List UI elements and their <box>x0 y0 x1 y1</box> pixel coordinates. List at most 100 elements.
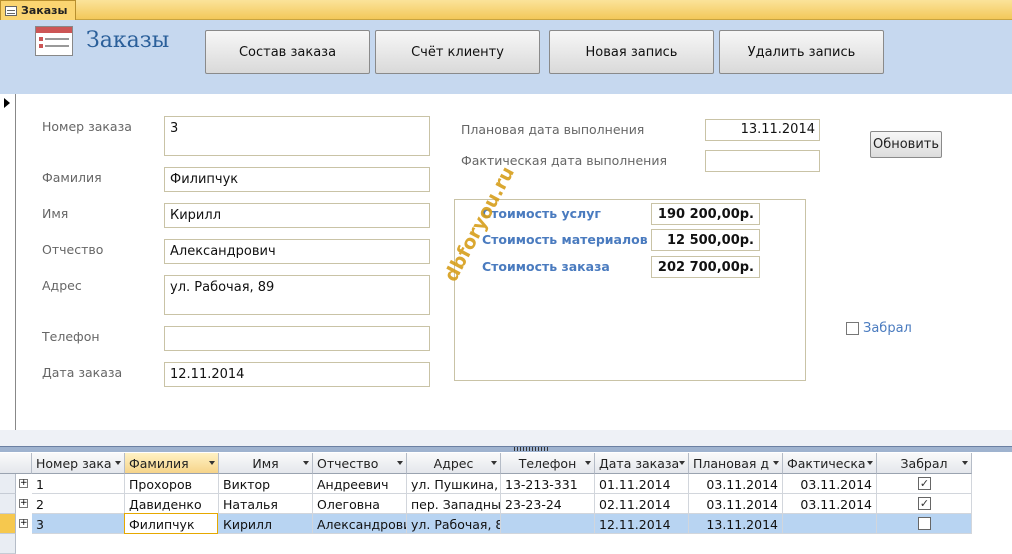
column-header-last-name[interactable]: Фамилия <box>125 453 219 474</box>
expand-plus-icon[interactable]: + <box>19 479 28 488</box>
table-cell[interactable]: Олеговна <box>313 494 407 514</box>
first-name-field[interactable]: Кирилл <box>164 203 430 228</box>
column-header-order-date[interactable]: Дата заказа <box>595 453 689 474</box>
column-header-address[interactable]: Адрес <box>407 453 501 474</box>
order-date-label: Дата заказа <box>42 365 123 380</box>
row-selector-current[interactable] <box>0 514 16 534</box>
dropdown-arrow-icon[interactable] <box>585 461 591 465</box>
table-cell[interactable]: Прохоров <box>125 474 219 494</box>
dropdown-arrow-icon[interactable] <box>773 461 779 465</box>
column-header-first-name[interactable]: Имя <box>219 453 313 474</box>
dropdown-arrow-icon[interactable] <box>491 461 497 465</box>
select-all-corner[interactable] <box>0 453 32 474</box>
order-number-field[interactable]: 3 <box>164 116 430 156</box>
dropdown-arrow-icon[interactable] <box>303 461 309 465</box>
table-cell[interactable]: Андреевич <box>313 474 407 494</box>
row-selector[interactable] <box>0 494 16 514</box>
refresh-button[interactable]: Обновить <box>870 131 942 158</box>
form-logo-icon <box>35 26 73 56</box>
document-tab-bar: Заказы <box>0 0 1012 20</box>
dropdown-arrow-icon[interactable] <box>962 461 968 465</box>
client-invoice-button[interactable]: Счёт клиенту <box>375 30 540 74</box>
table-cell[interactable]: 03.11.2014 <box>689 474 783 494</box>
splitter-grip-icon[interactable] <box>514 447 550 451</box>
current-record-arrow-icon <box>4 98 10 108</box>
order-date-field[interactable]: 12.11.2014 <box>164 362 430 387</box>
order-number-label: Номер заказа <box>42 119 132 134</box>
table-cell[interactable]: Давиденко <box>125 494 219 514</box>
page-title: Заказы <box>86 28 170 53</box>
phone-field[interactable] <box>164 326 430 351</box>
dropdown-arrow-icon[interactable] <box>867 461 873 465</box>
picked-up-cell-checkbox[interactable] <box>918 517 931 530</box>
tab-label: Заказы <box>21 4 68 17</box>
patronymic-field[interactable]: Александрович <box>164 239 430 264</box>
expand-plus-icon[interactable]: + <box>19 499 28 508</box>
table-cell[interactable] <box>501 514 595 534</box>
order-cost-label: Стоимость заказа <box>482 259 610 274</box>
table-cell[interactable] <box>783 514 877 534</box>
split-form-divider[interactable] <box>0 446 1012 452</box>
row-selector[interactable] <box>0 474 16 494</box>
column-header-order-number[interactable]: Номер зака <box>32 453 125 474</box>
table-cell[interactable]: 03.11.2014 <box>783 474 877 494</box>
table-cell[interactable]: ул. Пушкина, 1 <box>407 474 501 494</box>
table-cell[interactable]: Кирилл <box>219 514 313 534</box>
table-cell[interactable]: 3 <box>32 514 125 534</box>
record-selector[interactable] <box>0 94 16 430</box>
picked-up-label: Забрал <box>863 321 912 336</box>
dropdown-arrow-icon[interactable] <box>115 461 121 465</box>
materials-cost-value[interactable]: 12 500,00р. <box>651 229 760 251</box>
planned-date-field[interactable]: 13.11.2014 <box>705 119 820 141</box>
last-name-field[interactable]: Филипчук <box>164 167 430 192</box>
patronymic-label: Отчество <box>42 242 104 257</box>
materials-cost-label: Стоимость материалов <box>482 232 648 247</box>
tab-orders[interactable]: Заказы <box>0 0 76 20</box>
delete-record-button[interactable]: Удалить запись <box>719 30 884 74</box>
picked-up-cell-checkbox[interactable]: ✓ <box>918 477 931 490</box>
costs-box <box>454 199 806 381</box>
address-label: Адрес <box>42 278 82 293</box>
table-cell[interactable]: 13-213-331 <box>501 474 595 494</box>
planned-date-label: Плановая дата выполнения <box>461 122 645 137</box>
table-cell[interactable]: Александрович <box>313 514 407 534</box>
services-cost-value[interactable]: 190 200,00р. <box>651 203 760 225</box>
table-cell[interactable]: 03.11.2014 <box>783 494 877 514</box>
first-name-label: Имя <box>42 206 69 221</box>
column-header-patronymic[interactable]: Отчество <box>313 453 407 474</box>
dropdown-arrow-icon[interactable] <box>679 461 685 465</box>
new-record-button[interactable]: Новая запись <box>549 30 714 74</box>
actual-date-field[interactable] <box>705 150 820 172</box>
table-cell[interactable]: 01.11.2014 <box>595 474 689 494</box>
phone-label: Телефон <box>42 329 100 344</box>
picked-up-checkbox[interactable] <box>846 322 859 335</box>
column-header-picked-up[interactable]: Забрал <box>877 453 972 474</box>
last-name-label: Фамилия <box>42 170 102 185</box>
column-header-phone[interactable]: Телефон <box>501 453 595 474</box>
actual-date-label: Фактическая дата выполнения <box>461 153 667 168</box>
table-cell[interactable]: 23-23-24 <box>501 494 595 514</box>
table-cell[interactable]: 2 <box>32 494 125 514</box>
table-cell[interactable]: 13.11.2014 <box>689 514 783 534</box>
table-cell[interactable]: ул. Рабочая, 8 <box>407 514 501 534</box>
column-header-actual-date[interactable]: Фактическа <box>783 453 877 474</box>
order-cost-value[interactable]: 202 700,00р. <box>651 256 760 278</box>
form-header: Заказы Состав заказа Счёт клиенту Новая … <box>0 20 1012 94</box>
table-cell[interactable]: Филипчук <box>125 514 219 534</box>
table-cell[interactable]: 1 <box>32 474 125 494</box>
table-cell[interactable]: 03.11.2014 <box>689 494 783 514</box>
table-cell[interactable]: 12.11.2014 <box>595 514 689 534</box>
table-cell[interactable]: пер. Западный <box>407 494 501 514</box>
table-cell[interactable]: 02.11.2014 <box>595 494 689 514</box>
order-items-button[interactable]: Состав заказа <box>205 30 370 74</box>
row-selector[interactable] <box>0 534 16 554</box>
table-cell[interactable]: Виктор <box>219 474 313 494</box>
dropdown-arrow-icon[interactable] <box>397 461 403 465</box>
table-cell[interactable]: Наталья <box>219 494 313 514</box>
picked-up-cell-checkbox[interactable]: ✓ <box>918 497 931 510</box>
form-footer-area <box>0 430 1012 446</box>
column-header-planned-date[interactable]: Плановая д <box>689 453 783 474</box>
dropdown-arrow-icon[interactable] <box>209 461 215 465</box>
expand-plus-icon[interactable]: + <box>19 519 28 528</box>
address-field[interactable]: ул. Рабочая, 89 <box>164 275 430 315</box>
